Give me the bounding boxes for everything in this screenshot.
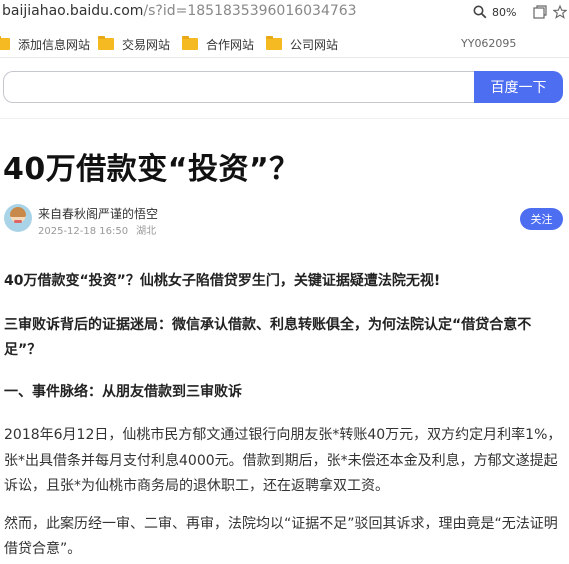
article-paragraph: 40万借款变“投资”？仙桃女子陷借贷罗生门，关键证据疑遭法院无视! [4, 273, 441, 289]
url-host: baijiahao.baidu.com [2, 3, 144, 19]
divider [0, 118, 569, 119]
search-input[interactable] [3, 71, 475, 103]
publish-location: 湖北 [136, 226, 157, 237]
article-paragraph: 然而，此案历经一审、二审、再审，法院均以“证据不足”驳回其诉求，理由竟是“无法证… [4, 516, 558, 557]
search-button[interactable]: 百度一下 [474, 71, 563, 103]
section-heading: 一、事件脉络：从朋友借款到三审败诉 [4, 384, 242, 400]
address-bar[interactable]: baijiahao.baidu.com/s?id=185183539601603… [0, 0, 569, 26]
url-text[interactable]: baijiahao.baidu.com/s?id=185183539601603… [2, 3, 357, 19]
bookmark-item[interactable]: 添加信息网站 [0, 36, 90, 52]
search-bar: 百度一下 [3, 71, 563, 103]
article-meta: 2025-12-18 16:50 湖北 [38, 222, 164, 237]
bookmark-item[interactable]: 交易网站 [98, 36, 170, 52]
folder-icon [98, 36, 114, 50]
author-name[interactable]: 来自春秋阁严谨的悟空 [38, 205, 158, 222]
magnifier-icon[interactable] [473, 5, 487, 19]
folder-icon [0, 36, 10, 50]
bookmark-id-text: YY062095 [461, 37, 517, 50]
bookmark-item[interactable]: 公司网站 [266, 36, 338, 52]
bookmark-label: 公司网站 [290, 37, 339, 52]
bookmark-label: 合作网站 [206, 37, 255, 52]
url-path: /s?id=1851835396016034763 [143, 3, 357, 19]
folder-icon [182, 36, 198, 50]
zoom-level[interactable]: 80% [492, 6, 516, 19]
folder-icon [266, 36, 282, 50]
article-paragraph: 三审败诉背后的证据迷局：微信承认借款、利息转账俱全，为何法院认定“借贷合意不足”… [4, 317, 532, 358]
bookmark-label: 添加信息网站 [18, 37, 91, 52]
article-title: 40万借款变“投资”？ [3, 152, 300, 187]
tabs-icon[interactable] [533, 5, 547, 19]
star-icon[interactable] [553, 5, 567, 19]
bookmark-item[interactable]: 合作网站 [182, 36, 254, 52]
publish-date: 2025-12-18 16:50 [38, 226, 129, 237]
article-paragraph: 2018年6月12日，仙桃市民方郁文通过银行向朋友张*转账40万元，双方约定月利… [4, 427, 562, 494]
follow-button[interactable]: 关注 [520, 208, 563, 230]
bookmark-label: 交易网站 [122, 37, 171, 52]
avatar[interactable] [4, 204, 32, 232]
